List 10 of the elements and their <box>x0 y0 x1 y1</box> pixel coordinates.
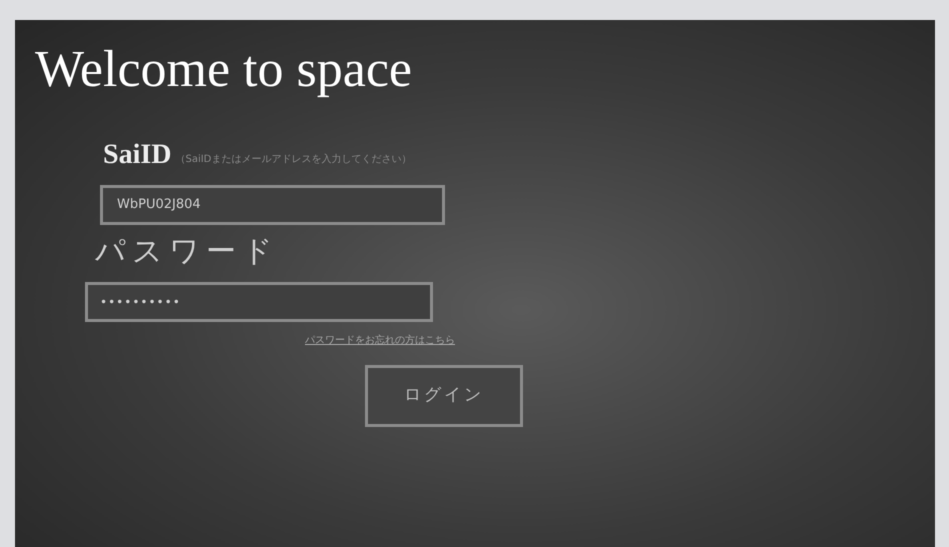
page-title: Welcome to space <box>35 40 412 100</box>
password-label: パスワード <box>95 233 279 271</box>
forgot-password-link[interactable]: パスワードをお忘れの方はこちら <box>305 334 455 348</box>
id-input[interactable]: WbPU02J804 <box>100 185 445 225</box>
password-input[interactable]: •••••••••• <box>85 282 433 322</box>
id-value: WbPU02J804 <box>117 196 201 214</box>
login-button[interactable]: ログイン <box>365 365 523 427</box>
id-label: SaiID <box>103 138 172 172</box>
password-value: •••••••••• <box>100 294 181 311</box>
id-hint: （SaiIDまたはメールアドレスを入力してください） <box>175 152 412 167</box>
